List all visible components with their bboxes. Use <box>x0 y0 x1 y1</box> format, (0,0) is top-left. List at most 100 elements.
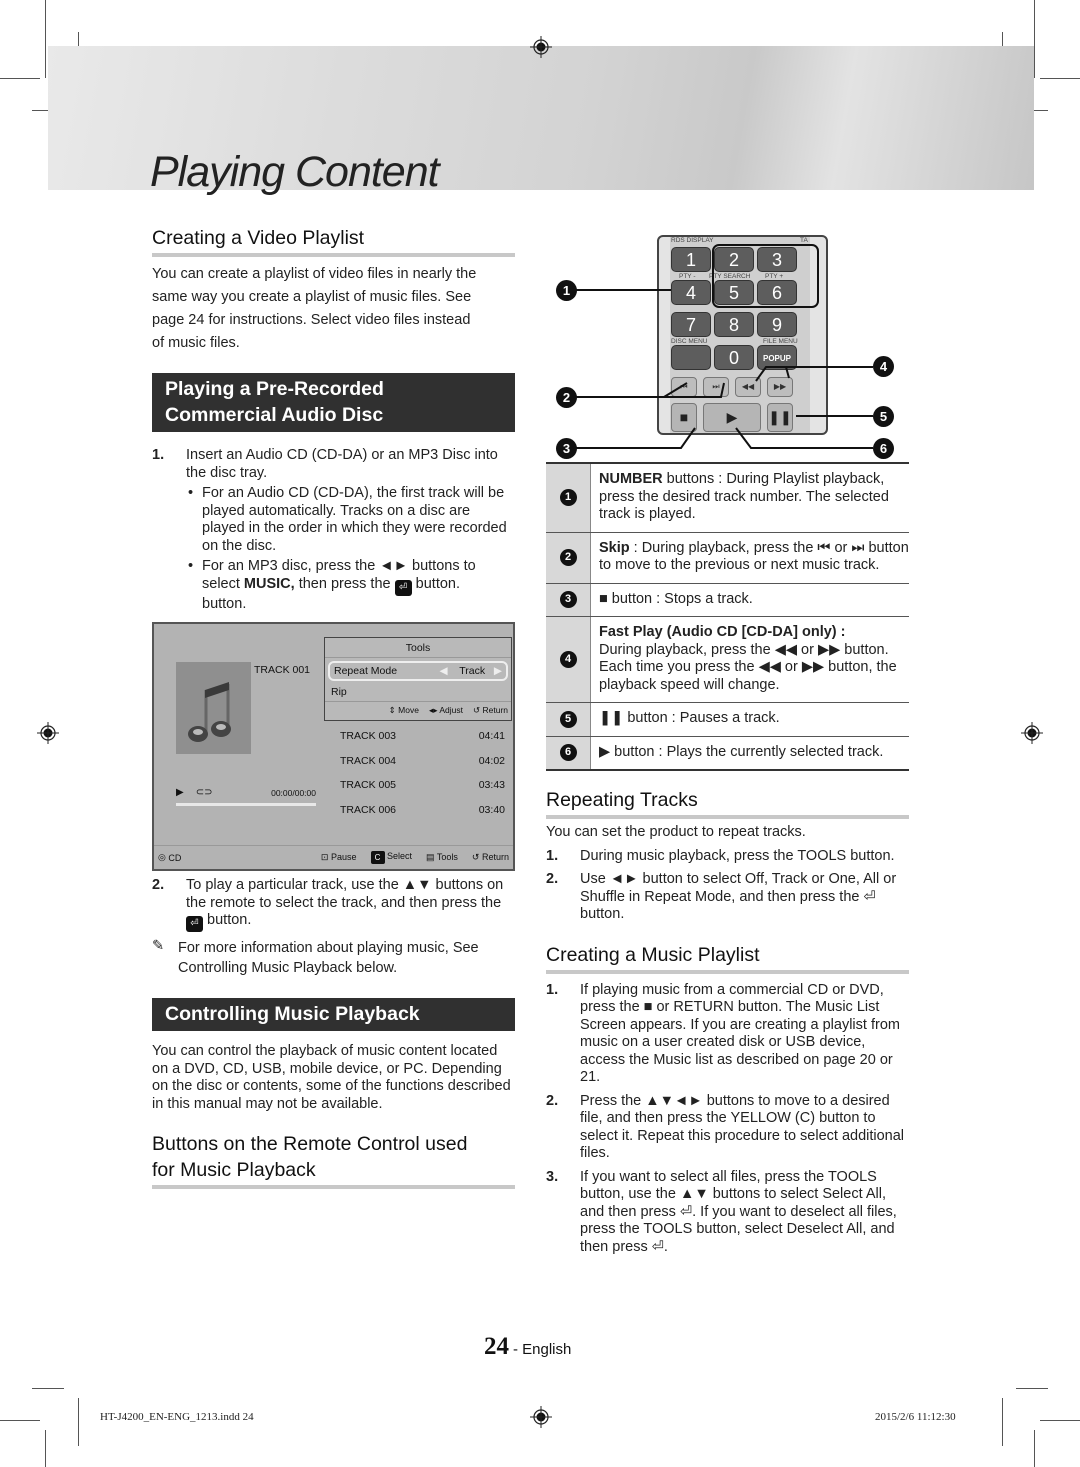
button-table: 1 NUMBER buttons : During Playlist playb… <box>546 462 909 771</box>
table-row: 5 ❚❚ button : Pauses a track. <box>546 703 909 737</box>
row-number: 5 <box>546 703 591 736</box>
tools-hints: ⇕ Move ◂▸ Adjust ↺ Return <box>325 701 511 717</box>
row-text: ❚❚ button : Pauses a track. <box>599 710 780 726</box>
crop-mark <box>1040 1420 1080 1421</box>
table-row: 6 ▶ button : Plays the currently selecte… <box>546 736 909 771</box>
tools-item-rip[interactable]: Rip <box>325 681 511 701</box>
hint-move: ⇕ Move <box>388 705 419 715</box>
crop-mark <box>45 1430 46 1467</box>
music-playback-banner: Controlling Music Playback <box>152 998 515 1031</box>
bullet: • For an Audio CD (CD-DA), the first tra… <box>188 485 515 555</box>
pause-hint: ⊡ Pause <box>320 852 357 862</box>
callout-4: 4 <box>873 356 894 377</box>
bullet-text: For an MP3 disc, press the ◄► buttons to… <box>202 558 476 612</box>
hint-return: ↺ Return <box>473 705 508 715</box>
enter-icon: ⏎ <box>394 579 412 596</box>
step-number: 2. <box>152 877 165 893</box>
c-button-icon: C <box>370 851 385 864</box>
left-column: Creating a Video Playlist You can create… <box>152 225 515 1189</box>
heading-rule <box>546 969 909 974</box>
time-readout: 00:00/00:00 <box>271 787 316 798</box>
row-number: 1 <box>546 464 591 532</box>
crop-mark <box>0 78 40 79</box>
tools-menu: Tools Repeat Mode ◀ Track ▶ Rip ⇕ Move ◂… <box>324 637 512 721</box>
crop-mark <box>1040 78 1080 79</box>
row-number: 3 <box>546 583 591 616</box>
repeat-step-2: 2. Use ◄► button to select Off, Track or … <box>546 871 897 922</box>
tools-title: Tools <box>325 638 511 658</box>
arrow-left-icon[interactable]: ◀ <box>440 665 448 677</box>
callout-lines <box>576 289 873 449</box>
callout-2: 2 <box>556 387 577 408</box>
crop-mark <box>1034 0 1035 78</box>
step-text: Insert an Audio CD (CD-DA) or an MP3 Dis… <box>186 447 498 481</box>
step-1: 1. Insert an Audio CD (CD-DA) or an MP3 … <box>152 447 515 482</box>
remote-buttons-heading: Buttons on the Remote Control used for M… <box>152 1133 468 1181</box>
note-text: For more information about playing music… <box>178 940 479 976</box>
crop-mark <box>32 1388 64 1389</box>
playlist-step-1: 1. If playing music from a commercial CD … <box>546 981 900 1086</box>
crop-mark <box>0 1420 40 1421</box>
tools-item-value[interactable]: ◀ Track ▶ <box>440 665 502 677</box>
heading-rule <box>546 815 909 819</box>
callout-5: 5 <box>873 406 894 427</box>
text-line: same way you create a playlist of music … <box>152 289 472 305</box>
play-icon: ▶ <box>176 787 184 798</box>
arrow-right-icon[interactable]: ▶ <box>494 665 502 677</box>
banner-line: Commercial Audio Disc <box>165 404 384 426</box>
bullet-text: For an Audio CD (CD-DA), the first track… <box>202 485 507 554</box>
remote-diagram: RDS DISPLAY TA 1 2 3 PTY - PTY SEARCH PT… <box>546 225 909 459</box>
playlist-step-3: 3. If you want to select all files, press… <box>546 1168 897 1255</box>
page-number: 24 <box>484 1333 509 1360</box>
slug-filename: HT-J4200_EN-ENG_1213.indd 24 <box>100 1411 254 1423</box>
source-label: CD <box>168 852 182 863</box>
disc-icon: ◎ <box>158 852 166 862</box>
progress-bar <box>176 803 316 806</box>
row-number: 2 <box>546 532 591 583</box>
crop-mark <box>45 0 46 78</box>
enter-icon: ⏎ <box>186 916 203 932</box>
row-text: ■ button : Stops a track. <box>599 590 753 607</box>
heading-rule <box>152 1185 515 1189</box>
slug-date: 2015/2/6 11:12:30 <box>875 1411 956 1423</box>
table-row: 1 NUMBER buttons : During Playlist playb… <box>546 464 909 533</box>
bullet-dot: • <box>188 485 194 501</box>
crop-mark <box>1016 1388 1048 1389</box>
heading-rule <box>152 253 515 257</box>
table-row: 4 Fast Play (Audio CD [CD-DA] only) : Dur… <box>546 617 909 703</box>
row-text: ▶ button : Plays the currently selected … <box>599 743 884 760</box>
right-column: RDS DISPLAY TA 1 2 3 PTY - PTY SEARCH PT… <box>546 225 909 1256</box>
registration-mark-icon <box>530 36 552 58</box>
music-note-icon <box>188 682 231 742</box>
video-playlist-heading: Creating a Video Playlist <box>152 227 365 249</box>
step-text: To play a particular track, use the ▲▼ b… <box>186 877 515 932</box>
step-number: 1. <box>152 447 165 463</box>
banner-line: Playing a Pre-Recorded <box>165 378 384 400</box>
track-row[interactable]: TRACK 003 04:41 <box>340 724 505 749</box>
text-line: You can create a playlist of video files… <box>152 266 477 282</box>
music-playlist-heading: Creating a Music Playlist <box>546 943 760 966</box>
track-row[interactable]: TRACK 006 03:40 <box>340 798 505 823</box>
crop-mark <box>78 1398 79 1446</box>
tools-item-label: Repeat Mode <box>334 665 398 677</box>
row-text: NUMBER buttons : During Playlist playbac… <box>599 471 889 522</box>
note: ✎ For more information about playing mus… <box>152 938 515 978</box>
bullet: • For an MP3 disc, press the ◄► buttons … <box>188 558 515 613</box>
callout-1: 1 <box>556 280 577 301</box>
registration-mark-icon <box>1021 722 1043 744</box>
track-row[interactable]: TRACK 005 03:43 <box>340 773 505 798</box>
select-hint: C Select <box>370 851 412 864</box>
track-row[interactable]: TRACK 004 04:02 <box>340 749 505 774</box>
return-icon: ↺ <box>471 852 480 862</box>
tools-item-repeat-mode[interactable]: Repeat Mode ◀ Track ▶ <box>328 661 508 681</box>
crop-mark <box>1002 1398 1003 1446</box>
music-playback-text: You can control the playback of music co… <box>152 1043 511 1112</box>
hint-adjust: ◂▸ Adjust <box>428 705 463 715</box>
video-playlist-text: You can create a playlist of video files… <box>152 263 515 355</box>
row-text: Skip : During playback, press the ⏮ or ⏭… <box>599 539 909 574</box>
album-art <box>176 662 251 754</box>
pause-icon: ⊡ <box>320 852 329 862</box>
return-hint: ↺ Return <box>471 852 509 862</box>
registration-mark-icon <box>37 722 59 744</box>
playback-status: ▶ ⊂⊃ 00:00/00:00 <box>176 787 316 798</box>
